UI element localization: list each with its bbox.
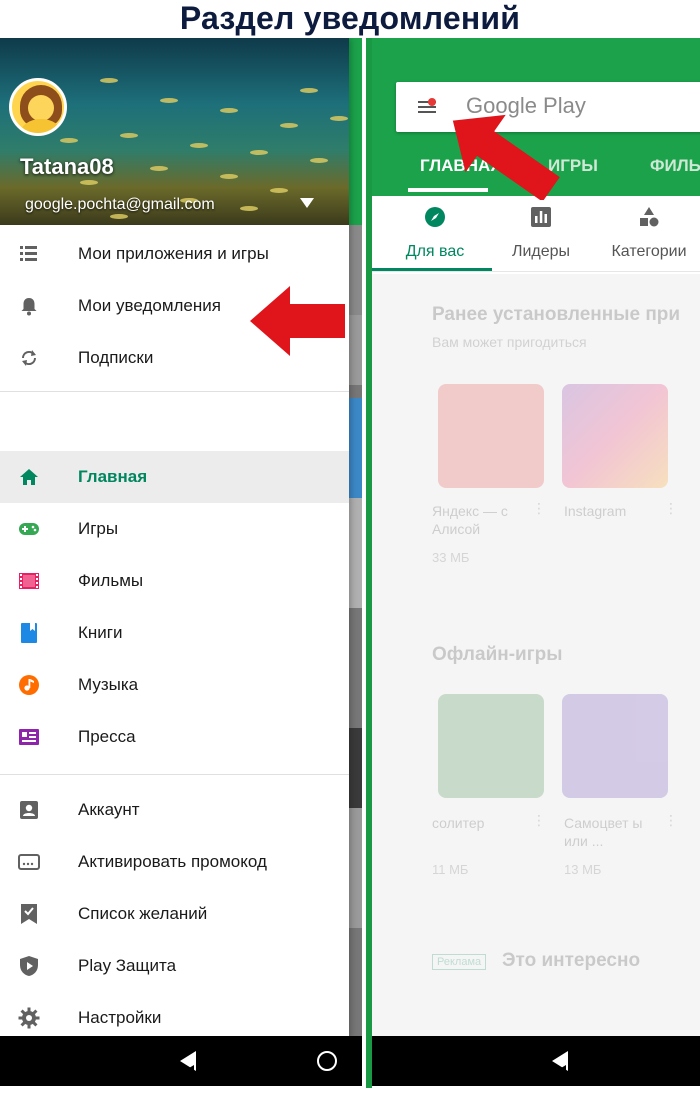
app-icon-yandex[interactable]: [438, 384, 544, 488]
menu-label: Мои приложения и игры: [78, 244, 269, 263]
android-nav-bar: [372, 1036, 700, 1086]
menu-item-account[interactable]: Аккаунт: [0, 784, 349, 836]
menu-item-home[interactable]: Главная: [0, 451, 349, 503]
account-icon: [18, 799, 40, 821]
subtab-label: Лидеры: [511, 243, 571, 260]
home-button-icon[interactable]: [317, 1051, 337, 1071]
menu-item-wishlist[interactable]: Список желаний: [0, 888, 349, 940]
shield-icon: [18, 955, 40, 977]
menu-label: Игры: [78, 519, 119, 538]
app-name: Самоцвет ы или ...: [564, 815, 643, 849]
notification-dot-icon: [428, 98, 436, 106]
annotation-arrow-up-left: [452, 114, 560, 200]
back-icon[interactable]: [180, 1051, 196, 1077]
book-icon: [18, 622, 40, 644]
menu-label: Подписки: [78, 348, 154, 367]
more-options-icon[interactable]: ⋮: [664, 812, 678, 829]
more-options-icon[interactable]: ⋮: [532, 812, 546, 829]
subtab-label: Для вас: [405, 243, 465, 260]
promo-code-icon: [18, 851, 40, 873]
subtab-for-you[interactable]: Для вас: [380, 206, 490, 261]
left-screenshot: Tatana08 google.pochta@gmail.com Мои при…: [0, 38, 362, 1088]
wishlist-icon: [18, 903, 40, 925]
bell-icon: [18, 295, 40, 317]
account-dropdown-icon[interactable]: [300, 198, 314, 208]
app-name: Instagram: [564, 503, 627, 519]
menu-item-games[interactable]: Игры: [0, 503, 349, 555]
section-title: Ранее установленные при: [432, 304, 681, 325]
annotation-arrow-left: [250, 286, 345, 356]
app-icon-solitaire[interactable]: [438, 694, 544, 798]
menu-label: Список желаний: [78, 904, 208, 923]
page-title: Раздел уведомлений: [179, 0, 521, 36]
news-icon: [18, 726, 40, 748]
subtab-label: Категории: [611, 243, 687, 260]
active-subtab-indicator: [372, 268, 492, 271]
menu-item-music[interactable]: Музыка: [0, 659, 349, 711]
back-icon[interactable]: [552, 1051, 568, 1077]
app-size: 33 МБ: [432, 550, 470, 565]
music-icon: [18, 674, 40, 696]
avatar[interactable]: [9, 78, 67, 136]
film-icon: [18, 570, 40, 592]
menu-divider: [0, 391, 349, 392]
apps-grid-icon: [18, 243, 40, 265]
user-email: google.pochta@gmail.com: [25, 196, 215, 213]
menu-item-play-protect[interactable]: Play Защита: [0, 940, 349, 992]
section-title: Это интересно: [502, 950, 641, 971]
menu-label: Play Защита: [78, 956, 177, 975]
menu-item-my-apps[interactable]: Мои приложения и игры: [0, 228, 349, 280]
navigation-drawer: Tatana08 google.pochta@gmail.com Мои при…: [0, 38, 349, 1056]
tab-movies[interactable]: ФИЛЬ: [650, 156, 700, 176]
menu-item-books[interactable]: Книги: [0, 607, 349, 659]
hamburger-menu-icon[interactable]: [418, 98, 436, 113]
menu-label: Настройки: [78, 1008, 162, 1027]
compass-icon: [425, 207, 445, 227]
home-icon: [18, 466, 40, 488]
menu-item-press[interactable]: Пресса: [0, 711, 349, 763]
app-icon-gems[interactable]: [562, 694, 668, 798]
subtab-top-charts[interactable]: Лидеры: [486, 206, 596, 261]
menu-label: Активировать промокод: [78, 852, 267, 871]
app-size: 13 МБ: [564, 862, 602, 877]
section-subtitle: Вам может пригодиться: [432, 334, 587, 350]
gamepad-icon: [18, 518, 40, 540]
shapes-icon: [640, 207, 659, 227]
ad-badge: Реклама: [432, 954, 487, 970]
app-size: 11 МБ: [432, 862, 469, 877]
play-content: Ранее установленные при Вам может пригод…: [372, 274, 700, 1038]
subtab-categories[interactable]: Категории: [594, 206, 700, 261]
drawer-header: Tatana08 google.pochta@gmail.com: [0, 38, 349, 225]
refresh-icon: [18, 347, 40, 369]
app-name: Яндекс — с Алисой: [432, 503, 508, 537]
menu-item-movies[interactable]: Фильмы: [0, 555, 349, 607]
menu-divider: [0, 774, 349, 775]
menu-label: Музыка: [78, 675, 139, 694]
more-options-icon[interactable]: ⋮: [532, 500, 546, 517]
background-peek: [349, 38, 362, 1038]
app-icon-instagram[interactable]: [562, 384, 668, 488]
menu-label: Книги: [78, 623, 123, 642]
menu-item-redeem-promo[interactable]: Активировать промокод: [0, 836, 349, 888]
menu-label: Пресса: [78, 727, 136, 746]
play-subtabs: Для вас Лидеры Категории: [372, 196, 700, 272]
more-options-icon[interactable]: ⋮: [664, 500, 678, 517]
menu-label: Аккаунт: [78, 800, 140, 819]
menu-label: Фильмы: [78, 571, 144, 590]
chart-icon: [531, 207, 551, 227]
section-title: Офлайн-игры: [432, 644, 563, 665]
user-name: Tatana08: [20, 154, 114, 179]
gear-icon: [18, 1007, 40, 1029]
menu-label: Мои уведомления: [78, 296, 221, 315]
android-nav-bar: [0, 1036, 362, 1086]
app-name: солитер: [432, 815, 485, 831]
menu-label: Главная: [78, 467, 148, 486]
